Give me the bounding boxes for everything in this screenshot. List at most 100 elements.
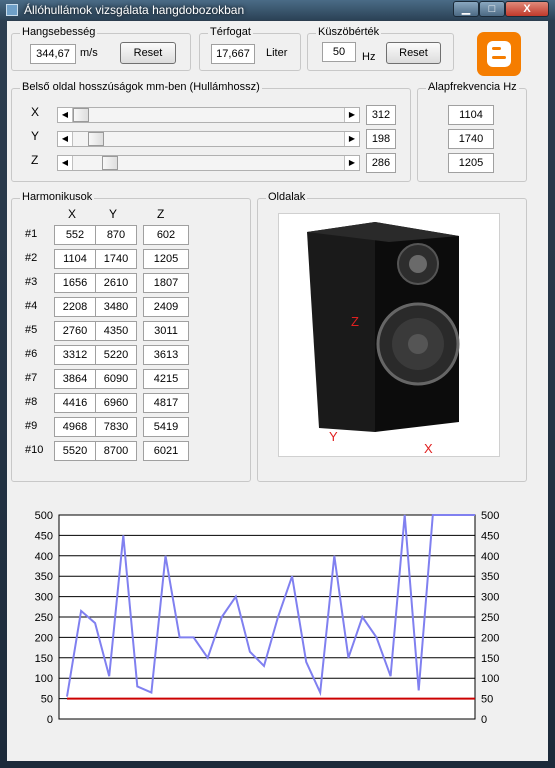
volume-group: Térfogat 17,667 Liter — [199, 26, 301, 71]
harmonic-index: #3 — [25, 276, 38, 288]
sides-group: Oldalak Z Y X — [257, 191, 527, 482]
sound-speed-label: Hangsebesség — [20, 26, 98, 38]
harmonic-z-field[interactable]: 3613 — [143, 345, 189, 365]
harmonic-x-field[interactable]: 1104 — [54, 249, 96, 269]
harmonic-x-field[interactable]: 4968 — [54, 417, 96, 437]
harmonic-y-field[interactable]: 870 — [95, 225, 137, 245]
y-tick-label-right: 100 — [481, 673, 499, 685]
harmonic-z-field[interactable]: 4215 — [143, 369, 189, 389]
chart-svg: 0 0 50 50 100 100 150 150 200 200 250 250 300 300 350 3… — [35, 510, 500, 726]
harmonic-x-field[interactable]: 4416 — [54, 393, 96, 413]
y-tick-label-right: 450 — [481, 530, 499, 542]
blogger-glyph-icon — [487, 41, 511, 67]
harmonic-x-field[interactable]: 3312 — [54, 345, 96, 365]
harmonic-x-field[interactable]: 2760 — [54, 321, 96, 341]
threshold-field[interactable]: 50 — [322, 42, 356, 62]
x-length-field[interactable]: 312 — [366, 105, 396, 125]
z-slider-left-arrow[interactable]: ◀ — [58, 156, 73, 170]
harmonic-x-field[interactable]: 3864 — [54, 369, 96, 389]
y-tick-label-left: 450 — [35, 530, 53, 542]
y-tick-label-right: 400 — [481, 551, 499, 563]
x-slider-left-arrow[interactable]: ◀ — [58, 108, 73, 122]
harmonic-z-field[interactable]: 4817 — [143, 393, 189, 413]
y-tick-label-left: 400 — [35, 551, 53, 563]
x-slider[interactable]: ◀ ▶ — [57, 107, 360, 123]
close-button[interactable]: X — [505, 1, 549, 17]
harmonic-x-field[interactable]: 5520 — [54, 441, 96, 461]
harmonic-index: #4 — [25, 300, 38, 312]
sound-speed-field[interactable]: 344,67 — [30, 44, 76, 64]
title-bar[interactable]: Állóhullámok vizsgálata hangdobozokban ▁… — [0, 0, 555, 20]
harmonics-label: Harmonikusok — [20, 191, 95, 203]
harmonic-z-field[interactable]: 602 — [143, 225, 189, 245]
threshold-reset-button[interactable]: Reset — [386, 42, 441, 64]
inner-dims-label: Belső oldal hosszúságok mm-ben (Hullámho… — [20, 81, 262, 93]
z-length-field[interactable]: 286 — [366, 153, 396, 173]
y-tick-label-left: 500 — [35, 510, 53, 522]
fundamental-z-field[interactable]: 1205 — [448, 153, 494, 173]
fundamental-y-field[interactable]: 1740 — [448, 129, 494, 149]
y-tick-label-left: 300 — [35, 592, 53, 604]
y-slider-right-arrow[interactable]: ▶ — [344, 132, 359, 146]
y-tick-label-right: 350 — [481, 571, 499, 583]
sound-speed-reset-button[interactable]: Reset — [120, 42, 176, 64]
harmonic-z-field[interactable]: 1807 — [143, 273, 189, 293]
y-slider-thumb[interactable] — [88, 132, 104, 146]
maximize-button[interactable]: □ — [479, 1, 505, 17]
harmonic-z-field[interactable]: 3011 — [143, 321, 189, 341]
y-tick-label-right: 300 — [481, 592, 499, 604]
y-tick-label-right: 500 — [481, 510, 499, 522]
fundamental-group: Alapfrekvencia Hz 1104 1740 1205 — [417, 81, 527, 182]
y-tick-label-right: 250 — [481, 612, 499, 624]
blogger-icon[interactable] — [477, 32, 521, 76]
fundamental-x-field[interactable]: 1104 — [448, 105, 494, 125]
y-tick-label-right: 50 — [481, 694, 493, 706]
harmonic-x-field[interactable]: 1656 — [54, 273, 96, 293]
harmonic-y-field[interactable]: 5220 — [95, 345, 137, 365]
harmonic-x-field[interactable]: 2208 — [54, 297, 96, 317]
y-tick-label-left: 200 — [35, 632, 53, 644]
y-length-field[interactable]: 198 — [366, 129, 396, 149]
x-slider-right-arrow[interactable]: ▶ — [344, 108, 359, 122]
client-area: Hangsebesség 344,67 m/s Reset Térfogat 1… — [7, 21, 548, 761]
harmonics-group: Harmonikusok X Y Z #1 552 870 602 #2 1104 1740 120… — [11, 191, 251, 482]
harmonic-y-field[interactable]: 6090 — [95, 369, 137, 389]
harmonic-y-field[interactable]: 1740 — [95, 249, 137, 269]
main-window: Állóhullámok vizsgálata hangdobozokban ▁… — [0, 0, 555, 768]
sides-label: Oldalak — [266, 191, 308, 203]
woofer-cap — [408, 334, 428, 354]
standing-wave-chart: 0 0 50 50 100 100 150 150 200 200 250 250 300 300 350 3… — [27, 505, 537, 735]
harmonic-index: #8 — [25, 396, 38, 408]
z-slider-right-arrow[interactable]: ▶ — [344, 156, 359, 170]
volume-field[interactable]: 17,667 — [211, 44, 255, 64]
window-title: Állóhullámok vizsgálata hangdobozokban — [24, 3, 245, 17]
z-slider-thumb[interactable] — [102, 156, 118, 170]
harmonic-index: #10 — [25, 444, 44, 456]
harmonic-y-field[interactable]: 4350 — [95, 321, 137, 341]
harmonic-y-field[interactable]: 8700 — [95, 441, 137, 461]
harmonic-z-field[interactable]: 6021 — [143, 441, 189, 461]
z-axis-label: Z — [31, 153, 39, 167]
harmonic-y-field[interactable]: 3480 — [95, 297, 137, 317]
z-slider[interactable]: ◀ ▶ — [57, 155, 360, 171]
y-tick-label-right: 200 — [481, 632, 499, 644]
harmonic-x-field[interactable]: 552 — [54, 225, 96, 245]
harmonic-z-field[interactable]: 1205 — [143, 249, 189, 269]
y-tick-label-left: 250 — [35, 612, 53, 624]
y-slider-left-arrow[interactable]: ◀ — [58, 132, 73, 146]
harmonic-z-field[interactable]: 5419 — [143, 417, 189, 437]
threshold-unit: Hz — [362, 51, 376, 63]
y-tick-label-right: 0 — [481, 714, 487, 726]
harmonic-y-field[interactable]: 6960 — [95, 393, 137, 413]
harmonics-header-x: X — [68, 207, 77, 221]
y-tick-label-left: 100 — [35, 673, 53, 685]
harmonic-y-field[interactable]: 2610 — [95, 273, 137, 293]
speaker-drawing: Z Y X — [307, 222, 460, 456]
x-dimension-marker: X — [424, 441, 433, 456]
x-slider-thumb[interactable] — [73, 108, 89, 122]
harmonic-z-field[interactable]: 2409 — [143, 297, 189, 317]
z-dimension-marker: Z — [351, 314, 359, 329]
y-slider[interactable]: ◀ ▶ — [57, 131, 360, 147]
harmonic-y-field[interactable]: 7830 — [95, 417, 137, 437]
minimize-button[interactable]: ▁ — [453, 1, 479, 17]
